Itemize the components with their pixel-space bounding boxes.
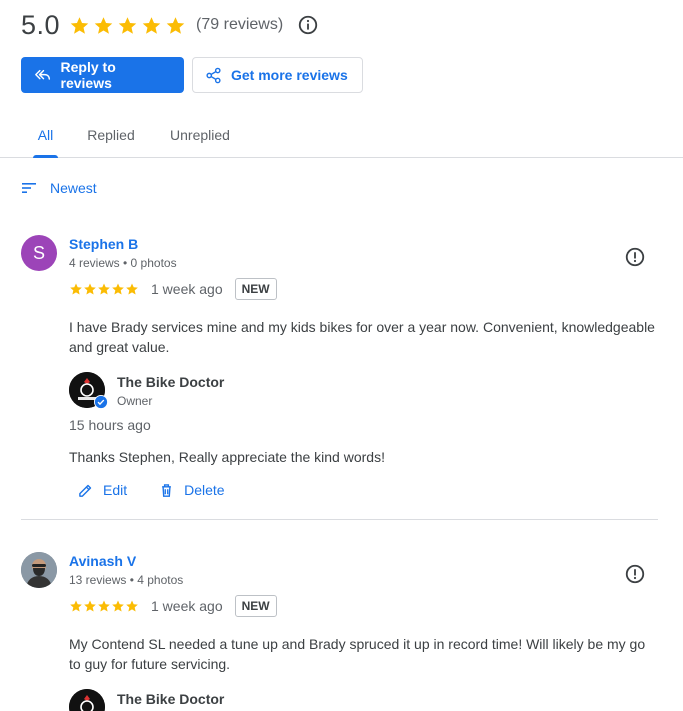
new-badge: NEW bbox=[234, 595, 277, 617]
delete-reply-button[interactable]: Delete bbox=[159, 482, 225, 498]
owner-name: The Bike Doctor bbox=[117, 374, 225, 390]
star-icon bbox=[142, 16, 161, 34]
report-icon[interactable] bbox=[624, 246, 646, 268]
reply-text: Thanks Stephen, Really appreciate the ki… bbox=[69, 449, 385, 465]
tab-unreplied[interactable]: Unreplied bbox=[166, 112, 234, 157]
star-icon bbox=[166, 16, 185, 34]
reviewer-meta: 4 reviews • 0 photos bbox=[69, 256, 177, 270]
get-more-reviews-label: Get more reviews bbox=[231, 67, 348, 83]
review-divider bbox=[21, 519, 658, 520]
review-rating-line: 1 week ago NEW bbox=[69, 276, 277, 302]
review-count: (79 reviews) bbox=[196, 16, 284, 33]
owner-role: Owner bbox=[117, 394, 153, 408]
rating-stars bbox=[69, 15, 186, 36]
sort-label: Newest bbox=[50, 180, 97, 196]
edit-label: Edit bbox=[103, 482, 128, 498]
star-icon bbox=[112, 600, 124, 612]
action-buttons: Reply to reviews Get more reviews bbox=[21, 57, 363, 93]
pencil-icon bbox=[79, 484, 92, 497]
star-icon bbox=[94, 16, 113, 34]
reply-to-reviews-label: Reply to reviews bbox=[60, 59, 116, 91]
reply-date: 15 hours ago bbox=[69, 417, 151, 433]
tab-replied[interactable]: Replied bbox=[84, 112, 138, 157]
star-icon bbox=[118, 16, 137, 34]
star-icon bbox=[126, 283, 138, 295]
get-more-reviews-button[interactable]: Get more reviews bbox=[192, 57, 363, 93]
star-icon bbox=[98, 283, 110, 295]
delete-label: Delete bbox=[184, 482, 225, 498]
star-icon bbox=[84, 283, 96, 295]
rating-summary: 5.0 (79 reviews) bbox=[21, 8, 319, 42]
tab-all[interactable]: All bbox=[33, 112, 58, 158]
star-icon bbox=[70, 600, 82, 612]
verified-icon bbox=[94, 395, 108, 409]
profile-photo-icon bbox=[21, 552, 57, 588]
star-icon bbox=[70, 283, 82, 295]
star-icon bbox=[98, 600, 110, 612]
star-icon bbox=[112, 283, 124, 295]
reviewer-name[interactable]: Stephen B bbox=[69, 236, 138, 252]
reply-actions: Edit Delete bbox=[78, 482, 257, 498]
owner-name: The Bike Doctor bbox=[117, 691, 225, 707]
review-card: S Stephen B 4 reviews • 0 photos 1 week … bbox=[21, 235, 658, 527]
reviewer-meta: 13 reviews • 4 photos bbox=[69, 573, 184, 587]
star-icon bbox=[126, 600, 138, 612]
review-stars bbox=[69, 599, 139, 613]
average-rating: 5.0 bbox=[21, 9, 61, 40]
review-text: I have Brady services mine and my kids b… bbox=[69, 319, 655, 355]
star-icon bbox=[84, 600, 96, 612]
review-card: Avinash V 13 reviews • 4 photos 1 week a… bbox=[21, 552, 658, 711]
info-icon[interactable] bbox=[297, 14, 319, 36]
star-icon bbox=[70, 16, 89, 34]
reply-all-icon bbox=[35, 69, 51, 80]
trash-icon bbox=[162, 483, 171, 497]
avatar[interactable] bbox=[21, 552, 57, 588]
business-logo bbox=[69, 689, 105, 711]
new-badge: NEW bbox=[234, 278, 277, 300]
review-tabs: All Replied Unreplied bbox=[0, 112, 683, 158]
review-text: My Contend SL needed a tune up and Brady… bbox=[69, 636, 646, 672]
review-rating-line: 1 week ago NEW bbox=[69, 593, 277, 619]
reviewer-name[interactable]: Avinash V bbox=[69, 553, 136, 569]
avatar[interactable]: S bbox=[21, 235, 57, 271]
share-icon bbox=[206, 67, 221, 83]
sort-dropdown[interactable]: Newest bbox=[21, 180, 97, 196]
review-date: 1 week ago bbox=[151, 281, 223, 297]
reply-to-reviews-button[interactable]: Reply to reviews bbox=[21, 57, 184, 93]
review-stars bbox=[69, 282, 139, 296]
sort-icon bbox=[22, 183, 36, 193]
review-date: 1 week ago bbox=[151, 598, 223, 614]
report-icon[interactable] bbox=[624, 563, 646, 585]
edit-reply-button[interactable]: Edit bbox=[78, 482, 127, 498]
